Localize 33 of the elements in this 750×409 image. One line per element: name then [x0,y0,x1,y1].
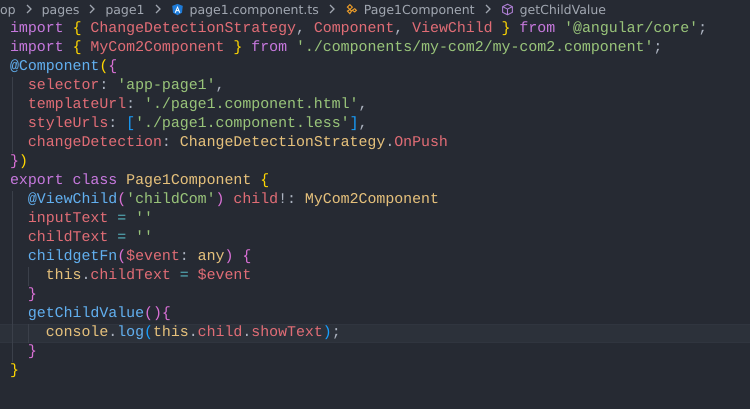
code-line: styleUrls: ['./page1.component.less'], [28,116,368,133]
code-line: inputText = '' [28,211,153,228]
code-line: }) [10,154,28,171]
code-line: console.log(this.child.showText); [46,325,341,342]
code-line: this.childText = $event [46,268,252,285]
code-line: import { ChangeDetectionStrategy, Component, ViewChild } from '@angular/core'; [10,21,708,38]
angular-icon [170,2,184,16]
breadcrumb-item[interactable]: pages [42,2,80,16]
code-line: } [28,344,37,361]
code-line: templateUrl: './page1.component.html', [28,97,368,114]
chevron-icon [88,4,96,14]
code-line: @ViewChild('childCom') child!: MyCom2Component [28,192,439,209]
breadcrumb-item[interactable]: page1.component.ts [190,2,319,16]
code-line: } [10,363,19,380]
code-line: childText = '' [28,230,153,247]
breadcrumb-item[interactable]: getChildValue [520,2,606,16]
code-line: selector: 'app-page1', [28,78,224,95]
code-line: } [28,287,37,304]
chevron-icon [24,4,33,14]
code-line: childgetFn($event: any) { [28,249,252,266]
chevron-icon [154,4,162,14]
breadcrumb-item[interactable]: op [0,2,16,16]
method-icon [500,2,514,16]
chevron-icon [328,4,336,14]
chevron-icon [484,4,492,14]
code-line: getChildValue(){ [28,306,171,323]
code-line: changeDetection: ChangeDetectionStrategy.OnPush [28,135,448,152]
code-line: export class Page1Component { [10,173,270,190]
class-icon [344,2,358,16]
breadcrumb-item[interactable]: page1 [105,2,145,16]
code-line: @Component({ [10,59,118,76]
breadcrumb-item[interactable]: Page1Component [364,2,475,16]
code-line: import { MyCom2Component } from './components/my-com2/my-com2.component'; [10,40,662,57]
